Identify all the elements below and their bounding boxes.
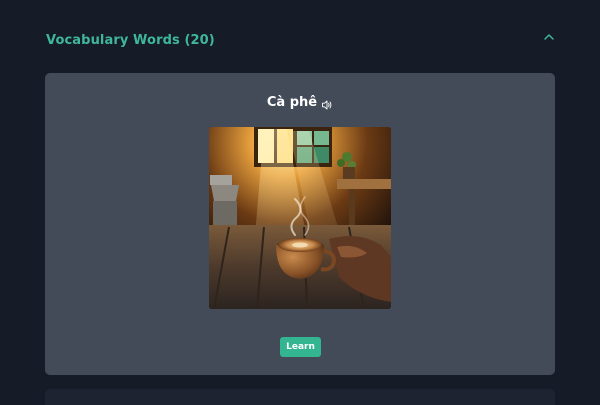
chevron-up-icon[interactable] xyxy=(539,28,559,46)
vocabulary-image xyxy=(209,127,391,309)
speaker-icon[interactable] xyxy=(321,96,333,110)
vocabulary-section-header[interactable]: Vocabulary Words (20) xyxy=(0,0,600,72)
word-row: Cà phê xyxy=(45,92,555,112)
vocabulary-word: Cà phê xyxy=(266,94,318,110)
learn-button[interactable]: Learn xyxy=(280,337,321,357)
section-title: Vocabulary Words (20) xyxy=(46,33,215,48)
vocabulary-page: Vocabulary Words (20) Cà phê Learn xyxy=(0,0,600,405)
next-vocabulary-card xyxy=(45,389,555,405)
vocabulary-card: Cà phê Learn xyxy=(45,73,555,375)
